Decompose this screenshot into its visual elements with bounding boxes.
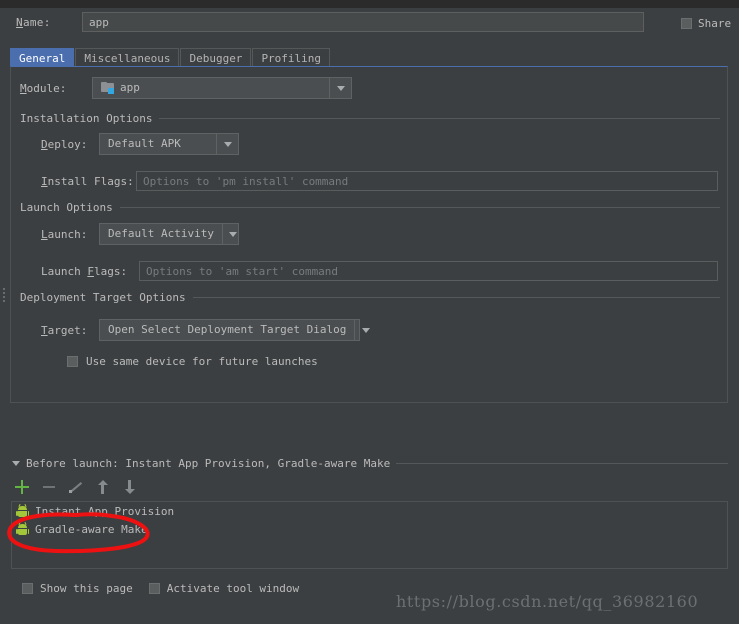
deployment-target-options-group: Deployment Target Options — [20, 291, 720, 304]
launch-flags-row: Launch Flags: Options to 'am start' comm… — [41, 261, 718, 281]
module-combo-arrow[interactable] — [329, 78, 351, 98]
list-item-label: Gradle-aware Make — [35, 522, 148, 536]
same-device-label: Use same device for future launches — [86, 355, 318, 368]
edit-button[interactable] — [68, 479, 84, 495]
tab-general[interactable]: General — [10, 48, 75, 67]
same-device-checkbox-group[interactable]: Use same device for future launches — [67, 355, 318, 368]
module-combo[interactable]: app — [92, 77, 352, 99]
panel-drag-handle[interactable] — [3, 288, 6, 306]
target-row: Target: Open Select Deployment Target Di… — [41, 319, 370, 341]
target-value: Open Select Deployment Target Dialog — [108, 323, 347, 336]
launch-row: Launch: Default Activity — [41, 223, 239, 245]
install-flags-row: Install Flags: Options to 'pm install' c… — [41, 171, 718, 191]
target-combo[interactable]: Open Select Deployment Target Dialog — [99, 319, 370, 341]
deploy-combo[interactable]: Default APK — [99, 133, 239, 155]
deploy-combo-arrow[interactable] — [216, 134, 238, 154]
android-icon — [16, 521, 29, 536]
installation-options-title: Installation Options — [20, 112, 153, 125]
remove-button[interactable] — [41, 479, 57, 495]
module-value: app — [120, 81, 140, 94]
list-item[interactable]: Gradle-aware Make — [12, 520, 727, 538]
name-label: Name: — [16, 16, 51, 29]
name-input[interactable]: app — [82, 12, 644, 32]
android-icon — [16, 503, 29, 518]
before-launch-header[interactable]: Before launch: Instant App Provision, Gr… — [12, 457, 728, 470]
deployment-target-options-title: Deployment Target Options — [20, 291, 186, 304]
same-device-checkbox[interactable] — [67, 356, 78, 367]
chevron-down-icon[interactable] — [12, 461, 20, 466]
share-checkbox-group[interactable]: Share — [681, 17, 731, 30]
list-item-label: Instant App Provision — [35, 504, 175, 518]
deploy-value: Default APK — [108, 137, 181, 150]
launch-flags-input[interactable]: Options to 'am start' command — [139, 261, 718, 281]
installation-options-group: Installation Options — [20, 112, 720, 125]
show-this-page-checkbox[interactable] — [22, 583, 33, 594]
before-launch-title: Before launch: Instant App Provision, Gr… — [26, 457, 391, 470]
before-launch-list[interactable]: Instant App Provision Gradle-aware Make — [11, 501, 728, 569]
show-this-page-group[interactable]: Show this page — [22, 582, 133, 595]
activate-tool-window-label: Activate tool window — [166, 582, 300, 595]
activate-tool-window-checkbox[interactable] — [148, 583, 160, 594]
list-item[interactable]: Instant App Provision — [12, 502, 727, 520]
add-button[interactable] — [14, 479, 30, 495]
activate-tool-window-group[interactable]: Activate tool window — [148, 582, 300, 595]
deploy-row: Deploy: Default APK — [41, 133, 239, 155]
target-label: Target: — [41, 323, 88, 337]
install-flags-input[interactable]: Options to 'pm install' command — [136, 171, 718, 191]
bottom-options: Show this page Activate tool window — [22, 582, 299, 595]
show-this-page-label: Show this page — [40, 582, 133, 595]
module-label: Module: — [20, 81, 67, 95]
general-tab-panel: Module: app Installation Options Deploy:… — [10, 66, 728, 403]
name-row: Name: app Share — [0, 8, 739, 38]
launch-options-title: Launch Options — [20, 201, 113, 214]
window-top-strip — [0, 0, 739, 8]
move-up-button[interactable] — [95, 479, 111, 495]
name-label-text: ame: — [22, 16, 51, 29]
watermark: https://blog.csdn.net/qq_36982160 — [396, 592, 699, 611]
before-launch-toolbar[interactable] — [14, 477, 138, 497]
target-combo-arrow[interactable] — [354, 320, 376, 340]
module-row: Module: app — [20, 77, 352, 99]
module-folder-icon — [101, 82, 115, 94]
tab-miscellaneous[interactable]: Miscellaneous — [75, 48, 180, 67]
install-flags-label: Install Flags: — [41, 174, 134, 188]
launch-value: Default Activity — [108, 227, 214, 240]
launch-flags-label: Launch Flags: — [41, 264, 128, 278]
share-label: Share — [698, 17, 732, 30]
launch-combo-arrow[interactable] — [221, 224, 244, 244]
tab-debugger[interactable]: Debugger — [180, 48, 252, 67]
tab-strip[interactable]: General Miscellaneous Debugger Profiling — [10, 47, 331, 67]
launch-label: Launch: — [41, 227, 88, 241]
move-down-button[interactable] — [122, 479, 138, 495]
tab-profiling[interactable]: Profiling — [252, 48, 331, 67]
launch-options-group: Launch Options — [20, 201, 720, 214]
share-checkbox[interactable] — [681, 18, 692, 29]
deploy-label: Deploy: — [41, 137, 88, 151]
launch-combo[interactable]: Default Activity — [99, 223, 239, 245]
